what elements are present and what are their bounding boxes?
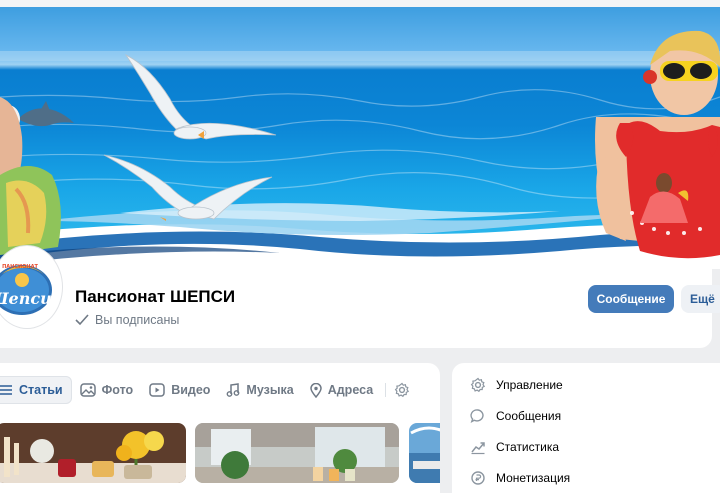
menu-item-messages[interactable]: Сообщения bbox=[470, 406, 561, 426]
top-strip bbox=[0, 0, 720, 7]
menu-item-manage-label: Управление bbox=[496, 378, 563, 392]
subscription-status[interactable]: Вы подписаны bbox=[75, 313, 179, 327]
photo-thumbnail[interactable] bbox=[409, 423, 440, 483]
menu-item-monetization-label: Монетизация bbox=[496, 471, 571, 485]
more-button[interactable]: Ещё bbox=[681, 285, 720, 313]
checkmark-icon bbox=[75, 314, 89, 326]
gear-icon[interactable] bbox=[394, 382, 410, 398]
content-card: Статьи Фото Видео Музыка Адреса bbox=[0, 363, 440, 493]
photo-thumbnail[interactable] bbox=[0, 423, 186, 483]
community-header: ПАНСИОНАТ Шепси Пансионат ШЕПСИ Вы подпи… bbox=[0, 246, 720, 348]
trend-chart-icon bbox=[471, 442, 485, 455]
tab-videos[interactable]: Видео bbox=[141, 377, 218, 403]
tab-addresses[interactable]: Адреса bbox=[302, 377, 381, 403]
table-setting-photo bbox=[0, 423, 186, 483]
community-avatar[interactable]: ПАНСИОНАТ Шепси bbox=[0, 246, 62, 328]
menu-item-statistics[interactable]: Статистика bbox=[470, 437, 559, 457]
tab-divider bbox=[385, 383, 387, 397]
subscription-status-label: Вы подписаны bbox=[95, 313, 180, 327]
tab-photos-label: Фото bbox=[101, 383, 134, 397]
admin-menu: Управление Сообщения Статистика Монетиза… bbox=[452, 363, 720, 493]
photo-icon bbox=[79, 383, 96, 397]
tab-addresses-label: Адреса bbox=[327, 383, 374, 397]
tab-music-label: Музыка bbox=[246, 383, 294, 397]
menu-item-monetization[interactable]: Монетизация bbox=[470, 468, 570, 488]
avatar-badge: ПАНСИОНАТ bbox=[2, 264, 38, 270]
tab-photos[interactable]: Фото bbox=[72, 377, 142, 403]
tab-videos-label: Видео bbox=[171, 383, 211, 397]
menu-item-statistics-label: Статистика bbox=[496, 440, 560, 454]
message-button[interactable]: Сообщение bbox=[588, 285, 674, 313]
chat-bubble-icon bbox=[470, 409, 484, 424]
interior-photo bbox=[195, 423, 399, 483]
page-title: Пансионат ШЕПСИ bbox=[75, 287, 236, 306]
video-icon bbox=[149, 383, 165, 397]
cover-illustration bbox=[0, 30, 720, 269]
photo-strip bbox=[0, 423, 440, 483]
menu-item-manage[interactable]: Управление bbox=[470, 375, 563, 395]
location-pin-icon bbox=[309, 382, 322, 398]
section-tabs: Статьи Фото Видео Музыка Адреса bbox=[0, 376, 410, 404]
avatar-text: Шепси bbox=[0, 289, 52, 308]
list-icon bbox=[0, 385, 12, 395]
tab-music[interactable]: Музыка bbox=[218, 377, 301, 403]
menu-item-messages-label: Сообщения bbox=[496, 409, 562, 423]
coin-icon bbox=[471, 471, 485, 485]
tab-articles[interactable]: Статьи bbox=[0, 376, 72, 404]
cover-image[interactable] bbox=[0, 7, 720, 269]
beach-photo bbox=[409, 423, 440, 483]
music-icon bbox=[227, 383, 240, 397]
photo-thumbnail[interactable] bbox=[195, 423, 399, 483]
avatar-logo: ПАНСИОНАТ Шепси bbox=[0, 253, 61, 321]
gear-icon bbox=[470, 377, 486, 393]
tab-articles-label: Статьи bbox=[19, 383, 63, 397]
